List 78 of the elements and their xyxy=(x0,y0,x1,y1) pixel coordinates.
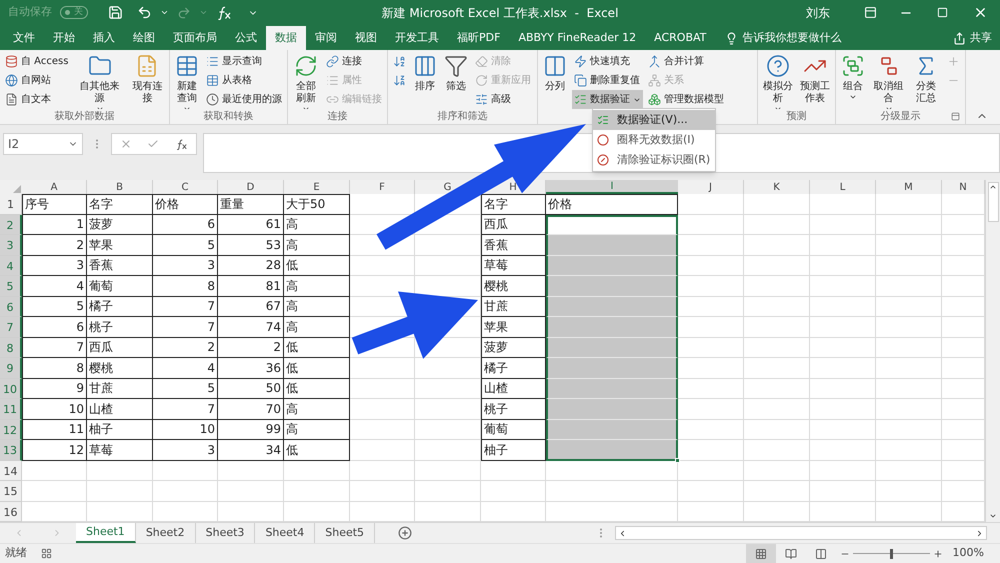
table-cell: 7 xyxy=(22,338,87,358)
table-cell: 28 xyxy=(218,256,284,276)
zoom-level: 100% xyxy=(952,545,984,562)
table-cell: 50 xyxy=(218,378,284,399)
table-cell: 8 xyxy=(153,276,218,296)
table-cell: 2 xyxy=(22,235,87,256)
table-cell: 11 xyxy=(22,420,87,440)
table-cell: 2 xyxy=(153,338,218,358)
table-cell: 67 xyxy=(218,296,284,317)
table-cell: 3 xyxy=(22,256,87,276)
table-cell: 4 xyxy=(153,358,218,378)
table-cell: 大于50 xyxy=(284,194,350,214)
table-cell: 61 xyxy=(218,214,284,235)
table-cell: 苹果 xyxy=(87,235,153,256)
table-cell: 高 xyxy=(284,399,350,420)
table-cell: 6 xyxy=(153,214,218,235)
table-cell: 74 xyxy=(218,317,284,338)
table-cell: 70 xyxy=(218,399,284,420)
table-cell: 9 xyxy=(22,378,87,399)
table-cell: 序号 xyxy=(22,194,87,214)
table-cell: 3 xyxy=(153,256,218,276)
table-cell: 53 xyxy=(218,235,284,256)
table-cell: 3 xyxy=(153,440,218,460)
table-cell: 81 xyxy=(218,276,284,296)
table-cell: 山楂 xyxy=(87,399,153,420)
table-cell: 5 xyxy=(153,378,218,399)
table-cell: 7 xyxy=(153,399,218,420)
table-cell: 5 xyxy=(22,296,87,317)
table-cell: 甘蔗 xyxy=(87,378,153,399)
table-cell: 5 xyxy=(153,235,218,256)
table-cell: 樱桃 xyxy=(87,358,153,378)
table-cell: 99 xyxy=(218,420,284,440)
table-cell: 柚子 xyxy=(87,420,153,440)
window-title: 新建 Microsoft Excel 工作表.xlsx - Excel xyxy=(382,4,618,22)
table-cell: 36 xyxy=(218,358,284,378)
table-cell: 10 xyxy=(22,399,87,420)
table-cell: 高 xyxy=(284,276,350,296)
group-label: 排序和筛选 xyxy=(438,110,488,124)
table-cell: 7 xyxy=(153,317,218,338)
table-cell: 8 xyxy=(22,358,87,378)
table-cell: 34 xyxy=(218,440,284,460)
user-name: 刘东 xyxy=(806,4,830,22)
table-cell: 名字 xyxy=(481,194,546,214)
table-cell: 高 xyxy=(284,214,350,235)
table-cell: 橘子 xyxy=(87,296,153,317)
table-cell: 1 xyxy=(22,214,87,235)
table-cell: 2 xyxy=(218,338,284,358)
table-cell: 低 xyxy=(284,338,350,358)
table-cell: 西瓜 xyxy=(87,338,153,358)
table-cell: 价格 xyxy=(153,194,218,214)
group-label: 获取外部数据 xyxy=(54,110,114,124)
table-cell: 高 xyxy=(284,296,350,317)
table-cell: 桃子 xyxy=(87,317,153,338)
table-cell: 菠萝 xyxy=(87,214,153,235)
group-label: 分级显示 xyxy=(880,110,920,124)
group-label: 获取和转换 xyxy=(204,110,254,124)
group-label: 连接 xyxy=(328,110,348,124)
status-text: 就绪 xyxy=(5,545,27,562)
table-cell: 低 xyxy=(284,440,350,460)
table-cell: 香蕉 xyxy=(87,256,153,276)
group-label: 预测 xyxy=(786,110,806,124)
table-cell: 12 xyxy=(22,440,87,460)
table-cell: 葡萄 xyxy=(87,276,153,296)
table-cell: 低 xyxy=(284,256,350,276)
table-cell: 低 xyxy=(284,358,350,378)
table-cell: 7 xyxy=(153,296,218,317)
table-cell: 高 xyxy=(284,420,350,440)
table-cell: 10 xyxy=(153,420,218,440)
table-cell: 草莓 xyxy=(87,440,153,460)
table-cell: 名字 xyxy=(87,194,153,214)
table-cell: 6 xyxy=(22,317,87,338)
table-cell: 4 xyxy=(22,276,87,296)
table-cell: 价格 xyxy=(546,194,678,214)
table-cell: 重量 xyxy=(218,194,284,214)
table-cell: 高 xyxy=(284,235,350,256)
table-cell: 低 xyxy=(284,378,350,399)
autosave-label: 自动保存 xyxy=(8,4,52,20)
table-cell: 高 xyxy=(284,317,350,338)
